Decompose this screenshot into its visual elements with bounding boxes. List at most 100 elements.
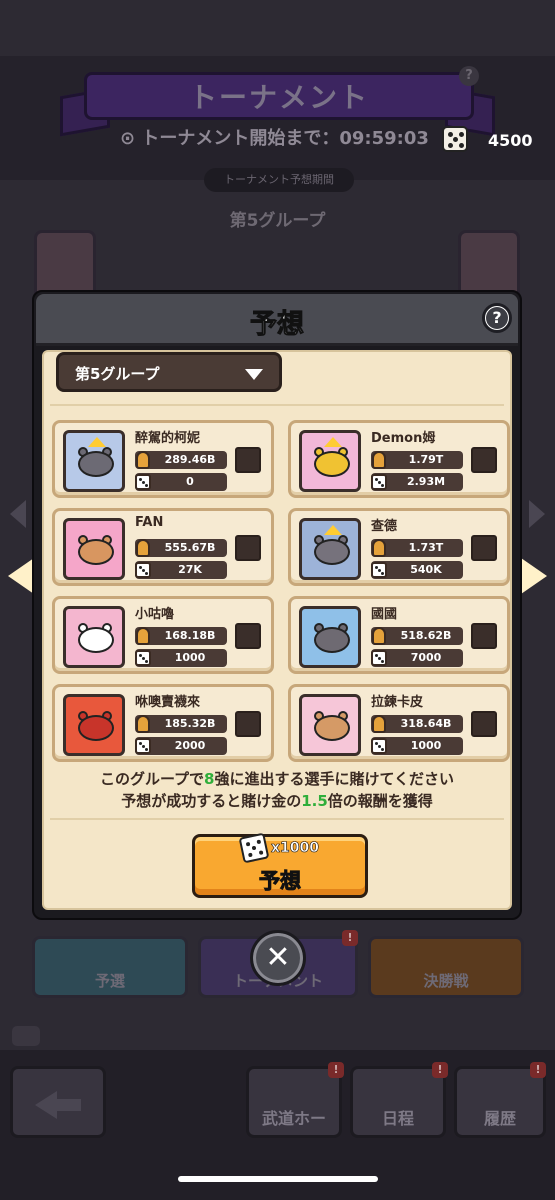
stage-qualifier-label: 予選 <box>94 972 125 990</box>
select-checkbox[interactable] <box>235 447 261 473</box>
player-card[interactable]: 醉駕的柯妮 289.46B 0 <box>52 420 274 498</box>
sword-icon <box>372 539 386 557</box>
nav-schedule-alert-badge: ! <box>432 1062 448 1078</box>
back-button[interactable] <box>10 1066 106 1138</box>
combat-power-value: 1.73T <box>408 541 444 554</box>
player-card[interactable]: 拉鍊卡皮 318.64B 1000 <box>288 684 510 762</box>
info-line-1-pre: このグループで <box>99 770 205 788</box>
select-checkbox[interactable] <box>235 535 261 561</box>
combat-power-value: 289.46B <box>164 453 216 466</box>
dice-icon <box>135 562 151 578</box>
bet-amount: 0 <box>135 473 227 491</box>
player-avatar <box>63 606 125 668</box>
player-name: 查德 <box>371 519 398 534</box>
nav-dojo-label: 武道ホー <box>261 1109 326 1128</box>
dice-icon <box>371 474 387 490</box>
sword-icon <box>372 715 386 733</box>
chevron-down-icon <box>245 369 263 380</box>
sword-icon <box>372 451 386 469</box>
player-card[interactable]: 查德 1.73T 540K <box>288 508 510 586</box>
select-checkbox[interactable] <box>471 623 497 649</box>
bet-amount-value: 1000 <box>174 651 206 664</box>
combat-power-value: 518.62B <box>400 629 452 642</box>
avatar-creature <box>314 715 350 741</box>
combat-power: 168.18B <box>135 627 227 645</box>
combat-power: 555.67B <box>135 539 227 557</box>
bet-amount-value: 7000 <box>410 651 442 664</box>
sword-icon <box>136 539 150 557</box>
prediction-modal: 予想 ? 第5グループ 醉駕的柯妮 289.46B 0 Demon姆 1.79T 2.93… <box>32 290 522 920</box>
group-dropdown-value: 第5グループ <box>75 365 160 383</box>
combat-power-value: 555.67B <box>164 541 216 554</box>
combat-power: 1.79T <box>371 451 463 469</box>
player-card[interactable]: Demon姆 1.79T 2.93M <box>288 420 510 498</box>
nav-history-alert-badge: ! <box>530 1062 546 1078</box>
predict-cost: x1000 <box>195 832 365 864</box>
nav-schedule-button[interactable]: 日程 <box>350 1066 446 1138</box>
bet-amount: 7000 <box>371 649 463 667</box>
countdown-timer: ⊙ トーナメント開始まで：09:59:03 <box>120 128 429 149</box>
previous-group-arrow-icon[interactable] <box>8 558 34 594</box>
stage-tournament-alert-badge: ! <box>342 930 358 946</box>
predict-button[interactable]: x1000 予想 <box>192 832 368 898</box>
predict-button-label: 予想 <box>259 869 302 894</box>
sword-icon <box>372 627 386 645</box>
player-name: 咻噢賣襪來 <box>135 695 201 710</box>
select-checkbox[interactable] <box>235 711 261 737</box>
close-button[interactable]: ✕ <box>250 930 306 986</box>
dice-currency-icon <box>442 126 468 152</box>
select-checkbox[interactable] <box>471 447 497 473</box>
combat-power: 518.62B <box>371 627 463 645</box>
player-card[interactable]: FAN 555.67B 27K <box>52 508 274 586</box>
player-card[interactable]: 小咕嚕 168.18B 1000 <box>52 596 274 674</box>
modal-title: 予想 <box>250 309 305 341</box>
player-avatar <box>299 518 361 580</box>
combat-power: 185.32B <box>135 715 227 733</box>
crown-icon <box>88 437 106 447</box>
avatar-creature <box>314 539 350 565</box>
bet-amount-value: 2000 <box>174 739 206 752</box>
dice-icon <box>135 738 151 754</box>
select-checkbox[interactable] <box>471 535 497 561</box>
stage-qualifier[interactable]: 予選 <box>32 936 188 998</box>
player-name: 醉駕的柯妮 <box>135 431 201 446</box>
title-help-icon[interactable]: ? <box>459 66 479 86</box>
next-group-arrow-icon[interactable] <box>521 558 547 594</box>
combat-power-value: 185.32B <box>164 717 216 730</box>
player-card[interactable]: 國國 518.62B 7000 <box>288 596 510 674</box>
crown-icon <box>324 437 342 447</box>
avatar-creature <box>314 627 350 653</box>
select-checkbox[interactable] <box>471 711 497 737</box>
sword-icon <box>136 627 150 645</box>
bet-amount-value: 0 <box>186 475 194 488</box>
nav-schedule-label: 日程 <box>381 1109 414 1128</box>
info-line-2-post: 倍の報酬を獲得 <box>327 792 433 810</box>
combat-power: 1.73T <box>371 539 463 557</box>
avatar-creature <box>78 539 114 565</box>
player-avatar <box>299 694 361 756</box>
bet-amount-value: 540K <box>410 563 442 576</box>
dice-icon <box>238 832 270 864</box>
help-button[interactable]: ? <box>482 303 512 333</box>
currency-amount: 4500 <box>488 131 533 150</box>
select-checkbox[interactable] <box>235 623 261 649</box>
reward-multiplier-highlight: 1.5 <box>301 792 328 810</box>
group-dropdown[interactable]: 第5グループ <box>56 352 282 392</box>
sword-icon <box>136 451 150 469</box>
prediction-period-label: トーナメント予想期間 <box>204 168 354 192</box>
dice-icon <box>135 650 151 666</box>
stage-final[interactable]: 決勝戦 <box>368 936 524 998</box>
background-group-label: 第5グループ <box>229 211 326 231</box>
nav-dojo-button[interactable]: 武道ホー <box>246 1066 342 1138</box>
sword-icon <box>136 715 150 733</box>
divider-bottom <box>50 818 504 820</box>
player-avatar <box>299 430 361 492</box>
player-card[interactable]: 咻噢賣襪來 185.32B 2000 <box>52 684 274 762</box>
combat-power: 318.64B <box>371 715 463 733</box>
chat-icon[interactable] <box>12 1026 40 1046</box>
predict-cost-value: x1000 <box>271 840 320 857</box>
bg-arrow-right-icon <box>529 500 545 528</box>
bet-amount: 1000 <box>135 649 227 667</box>
bet-amount-value: 1000 <box>410 739 442 752</box>
crown-icon <box>324 525 342 535</box>
